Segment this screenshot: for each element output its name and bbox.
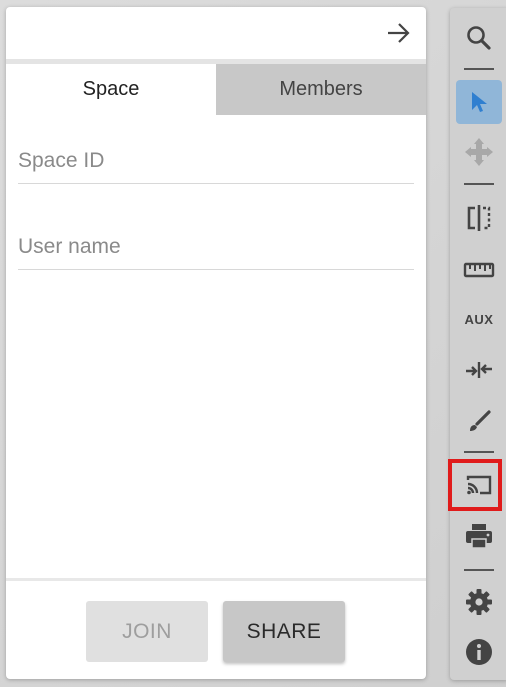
pointer-icon — [472, 92, 487, 112]
cast-icon — [466, 475, 492, 495]
right-toolbar: AUX — [450, 8, 506, 680]
print-icon — [466, 524, 492, 549]
toolbar-divider — [464, 451, 494, 453]
space-id-field — [18, 143, 414, 184]
compare-icon — [466, 362, 492, 378]
aux-icon: AUX — [464, 311, 494, 327]
info-tool[interactable] — [456, 630, 502, 674]
split-view-icon — [467, 205, 491, 231]
ruler-icon — [463, 262, 495, 278]
join-button[interactable]: JOIN — [86, 601, 208, 662]
info-icon — [466, 639, 492, 665]
move-icon — [465, 138, 493, 166]
print-tool[interactable] — [456, 514, 502, 558]
cast-tool[interactable] — [456, 463, 502, 507]
collapse-panel-button[interactable] — [384, 18, 414, 48]
share-button[interactable]: SHARE — [223, 601, 345, 662]
split-view-tool[interactable] — [456, 196, 502, 240]
tab-bar: Space Members — [6, 59, 426, 115]
brush-icon — [470, 410, 491, 431]
search-tool[interactable] — [456, 16, 502, 60]
toolbar-divider — [464, 569, 494, 571]
compare-tool[interactable] — [456, 348, 502, 392]
tab-space-label: Space — [82, 78, 140, 100]
space-id-input[interactable] — [18, 149, 414, 173]
settings-tool[interactable] — [456, 580, 502, 624]
toolbar-divider — [464, 183, 494, 185]
settings-icon — [466, 589, 492, 615]
user-name-input[interactable] — [18, 235, 414, 259]
user-name-field — [18, 229, 414, 270]
tab-members[interactable]: Members — [216, 64, 426, 115]
panel-header — [6, 7, 426, 59]
tab-members-label: Members — [279, 78, 363, 100]
move-tool[interactable] — [456, 130, 502, 174]
pointer-tool[interactable] — [456, 80, 502, 124]
space-panel: Space Members JOIN SHARE — [6, 7, 426, 679]
panel-footer: JOIN SHARE — [6, 578, 426, 679]
toolbar-divider — [464, 68, 494, 70]
aux-tool[interactable]: AUX — [456, 297, 502, 341]
arrow-right-icon — [388, 23, 410, 43]
ruler-tool[interactable] — [456, 248, 502, 292]
search-icon — [467, 26, 491, 50]
tab-space[interactable]: Space — [6, 64, 216, 115]
brush-tool[interactable] — [456, 400, 502, 444]
